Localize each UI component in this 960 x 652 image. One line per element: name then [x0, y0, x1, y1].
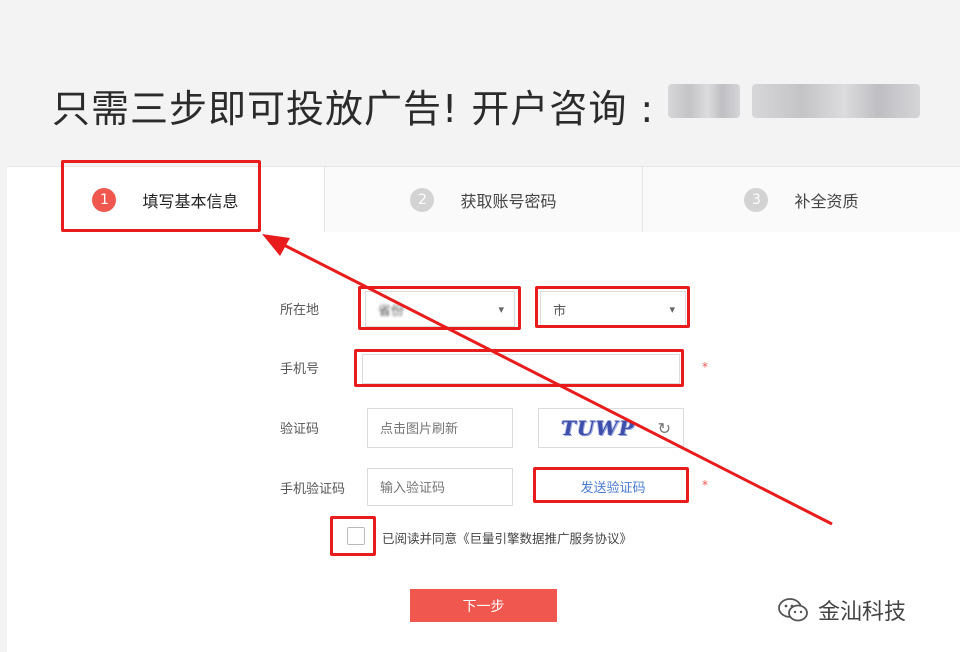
refresh-icon[interactable]: ↻ — [658, 419, 671, 438]
province-value: 省份 — [378, 303, 405, 319]
location-label: 所在地 — [280, 303, 320, 318]
required-mark: * — [702, 360, 708, 374]
watermark: 金汕科技 — [778, 594, 906, 626]
province-select[interactable]: 省份 ▾ — [365, 291, 515, 327]
sms-code-label: 手机验证码 — [280, 482, 346, 497]
sms-code-input[interactable] — [367, 468, 513, 506]
wechat-logo-icon — [778, 598, 808, 622]
send-code-button[interactable]: 发送验证码 — [538, 468, 688, 504]
chevron-down-icon: ▾ — [669, 302, 675, 316]
captcha-label: 验证码 — [280, 422, 320, 437]
page: 只需三步即可投放广告! 开户咨询 : 1 填写基本信息 2 获取账号密码 3 补… — [0, 0, 960, 652]
agree-checkbox[interactable] — [347, 527, 365, 545]
step-2-number: 2 — [410, 188, 435, 212]
phone-input[interactable] — [362, 354, 680, 384]
step-tabs: 1 填写基本信息 2 获取账号密码 3 补全资质 — [7, 166, 960, 234]
step-2-tab[interactable]: 2 获取账号密码 — [325, 167, 643, 233]
captcha-image-box[interactable]: TUWP ↻ — [538, 408, 684, 448]
step-1-tab[interactable]: 1 填写基本信息 — [7, 167, 325, 233]
captcha-input[interactable] — [367, 408, 513, 448]
step-2-label: 获取账号密码 — [460, 192, 557, 211]
step-3-tab[interactable]: 3 补全资质 — [643, 167, 960, 233]
agreement-text[interactable]: 已阅读并同意《巨量引擎数据推广服务协议》 — [382, 528, 632, 547]
city-select[interactable]: 市 ▾ — [540, 291, 686, 327]
step-1-number: 1 — [92, 188, 117, 212]
step-3-number: 3 — [744, 188, 769, 212]
blurred-phone-part-1 — [668, 84, 740, 118]
step-3-label: 补全资质 — [794, 192, 859, 211]
phone-label: 手机号 — [280, 362, 320, 377]
watermark-text: 金汕科技 — [818, 600, 907, 625]
step-1-label: 填写基本信息 — [142, 192, 239, 211]
captcha-image[interactable]: TUWP — [561, 416, 635, 440]
next-step-button[interactable]: 下一步 — [410, 589, 557, 622]
city-value: 市 — [553, 303, 567, 319]
blurred-phone-part-2 — [752, 84, 920, 118]
required-mark: * — [702, 478, 708, 492]
chevron-down-icon: ▾ — [498, 302, 504, 316]
page-headline: 只需三步即可投放广告! 开户咨询 : — [52, 87, 655, 131]
